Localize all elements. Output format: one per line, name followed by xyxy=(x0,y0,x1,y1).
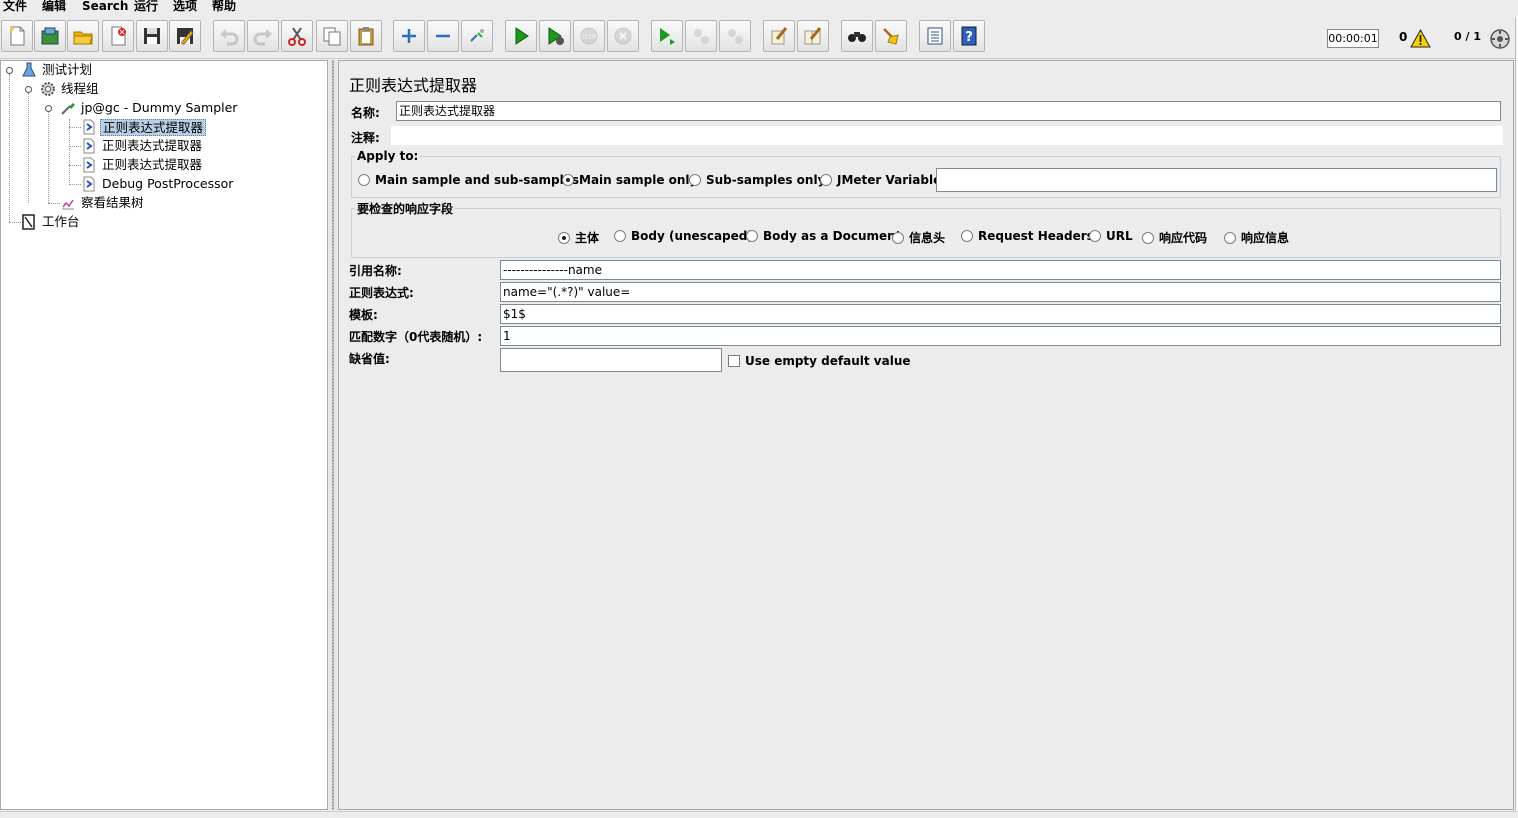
toolbar: STOP ? 00:00:01 0 0 / 1 xyxy=(0,17,1518,59)
radio-main-and-sub-samples[interactable]: Main sample and sub-samples xyxy=(358,173,579,187)
radio-body-unescaped[interactable]: Body (unescaped) xyxy=(614,229,753,243)
post-processor-arrow-icon xyxy=(83,138,95,154)
collapse-toggle-icon[interactable] xyxy=(24,85,33,94)
templates-icon[interactable] xyxy=(34,20,66,52)
default-value-label: 缺省值: xyxy=(349,352,390,366)
tree-node-view-results-tree[interactable]: 察看结果树 xyxy=(60,194,146,212)
save-as-icon[interactable] xyxy=(169,20,201,52)
test-plan-flask-icon xyxy=(22,62,36,77)
regex-label: 正则表达式: xyxy=(349,286,414,300)
menu-help[interactable]: 帮助 xyxy=(210,0,238,17)
template-label: 模板: xyxy=(349,308,378,322)
radio-response-code[interactable]: 响应代码 xyxy=(1142,229,1207,246)
reference-name-input[interactable]: ---------------name xyxy=(500,260,1501,280)
cut-icon[interactable] xyxy=(281,20,313,52)
remote-start-icon[interactable] xyxy=(651,20,683,52)
elapsed-timer: 00:00:01 xyxy=(1327,29,1379,48)
comments-label: 注释: xyxy=(351,131,380,145)
radio-jmeter-variable[interactable]: JMeter Variable xyxy=(820,173,941,187)
remote-stop-icon[interactable] xyxy=(685,20,717,52)
radio-body-as-document[interactable]: Body as a Document xyxy=(746,229,901,243)
new-icon[interactable] xyxy=(1,20,33,52)
menubar: 文件 编辑 Search 运行 选项 帮助 xyxy=(0,0,1518,17)
reset-search-broom-icon[interactable] xyxy=(875,20,907,52)
open-folder-icon[interactable] xyxy=(67,20,99,52)
run-status-icon xyxy=(1490,29,1510,49)
workbench-icon xyxy=(22,214,35,230)
match-number-label: 匹配数字（0代表随机）: xyxy=(349,330,483,344)
apply-to-title: Apply to: xyxy=(355,149,421,163)
close-file-icon[interactable] xyxy=(102,20,134,52)
remote-shutdown-icon[interactable] xyxy=(719,20,751,52)
radio-body[interactable]: 主体 xyxy=(558,229,599,246)
clear-icon[interactable] xyxy=(763,20,795,52)
save-icon[interactable] xyxy=(136,20,168,52)
name-input[interactable]: 正则表达式提取器 xyxy=(396,101,1501,121)
bottom-border xyxy=(0,811,1518,818)
tree-node-workbench[interactable]: 工作台 xyxy=(21,213,82,231)
radio-main-sample-only[interactable]: Main sample only xyxy=(562,173,697,187)
regex-input[interactable]: name="(.*?)" value= xyxy=(500,282,1501,302)
default-value-input[interactable] xyxy=(500,348,722,372)
panel-title: 正则表达式提取器 xyxy=(349,76,478,95)
menu-search[interactable]: Search xyxy=(80,0,130,17)
toggle-icon[interactable] xyxy=(461,20,493,52)
radio-response-message[interactable]: 响应信息 xyxy=(1224,229,1289,246)
regex-extractor-panel: 正则表达式提取器 名称: 正则表达式提取器 注释: Apply to: Main… xyxy=(338,60,1514,810)
tree-node-test-plan[interactable]: 测试计划 xyxy=(21,61,94,79)
copy-icon[interactable] xyxy=(316,20,348,52)
template-input[interactable]: $1$ xyxy=(500,304,1501,324)
name-label: 名称: xyxy=(351,106,380,120)
stop-icon[interactable]: STOP xyxy=(573,20,605,52)
menu-file[interactable]: 文件 xyxy=(1,0,29,17)
field-to-check-title: 要检查的响应字段 xyxy=(355,200,456,217)
start-icon[interactable] xyxy=(505,20,537,52)
menu-run[interactable]: 运行 xyxy=(132,0,160,17)
warning-icon[interactable] xyxy=(1410,29,1431,48)
tree-node-debug-postprocessor[interactable]: Debug PostProcessor xyxy=(81,175,235,193)
match-number-input[interactable]: 1 xyxy=(500,326,1501,346)
paste-icon[interactable] xyxy=(350,20,382,52)
svg-text:STOP: STOP xyxy=(581,34,597,41)
collapse-all-icon[interactable] xyxy=(427,20,459,52)
listener-graph-icon xyxy=(62,199,74,210)
tree-node-regex-extractor-3[interactable]: 正则表达式提取器 xyxy=(81,156,204,174)
redo-icon[interactable] xyxy=(247,20,279,52)
reference-name-label: 引用名称: xyxy=(349,264,402,278)
clear-all-icon[interactable] xyxy=(797,20,829,52)
split-pane-divider[interactable] xyxy=(329,60,337,810)
search-binoculars-icon[interactable] xyxy=(841,20,873,52)
svg-text:?: ? xyxy=(965,30,973,45)
radio-request-headers[interactable]: Request Headers xyxy=(961,229,1094,243)
test-plan-tree: 测试计划 线程组 jp@gc - Dummy Sampler 正则表达式提取器 … xyxy=(0,60,328,810)
help-icon[interactable]: ? xyxy=(953,20,985,52)
thread-group-gear-icon xyxy=(41,82,55,96)
post-processor-arrow-icon xyxy=(83,176,95,192)
menu-edit[interactable]: 编辑 xyxy=(40,0,68,17)
tree-node-thread-group[interactable]: 线程组 xyxy=(40,80,101,98)
collapse-toggle-icon[interactable] xyxy=(5,66,14,75)
expand-all-icon[interactable] xyxy=(393,20,425,52)
function-helper-icon[interactable] xyxy=(919,20,951,52)
comments-input[interactable] xyxy=(391,126,1503,145)
tree-node-regex-extractor-1[interactable]: 正则表达式提取器 xyxy=(81,118,207,136)
undo-icon[interactable] xyxy=(213,20,245,52)
menu-options[interactable]: 选项 xyxy=(171,0,199,17)
start-no-pauses-icon[interactable] xyxy=(539,20,571,52)
radio-headers[interactable]: 信息头 xyxy=(892,229,945,246)
error-count: 0 xyxy=(1399,30,1408,44)
jmeter-variable-input[interactable] xyxy=(936,168,1497,192)
post-processor-arrow-icon xyxy=(83,119,95,135)
sampler-pipette-icon xyxy=(61,103,75,115)
radio-url[interactable]: URL xyxy=(1089,229,1133,243)
collapse-toggle-icon[interactable] xyxy=(44,104,53,113)
thread-count: 0 / 1 xyxy=(1454,30,1481,43)
tree-node-dummy-sampler[interactable]: jp@gc - Dummy Sampler xyxy=(60,99,239,117)
shutdown-icon[interactable] xyxy=(607,20,639,52)
tree-node-regex-extractor-2[interactable]: 正则表达式提取器 xyxy=(81,137,204,155)
use-empty-default-checkbox[interactable]: Use empty default value xyxy=(728,354,911,368)
post-processor-arrow-icon xyxy=(83,157,95,173)
radio-sub-samples-only[interactable]: Sub-samples only xyxy=(689,173,825,187)
